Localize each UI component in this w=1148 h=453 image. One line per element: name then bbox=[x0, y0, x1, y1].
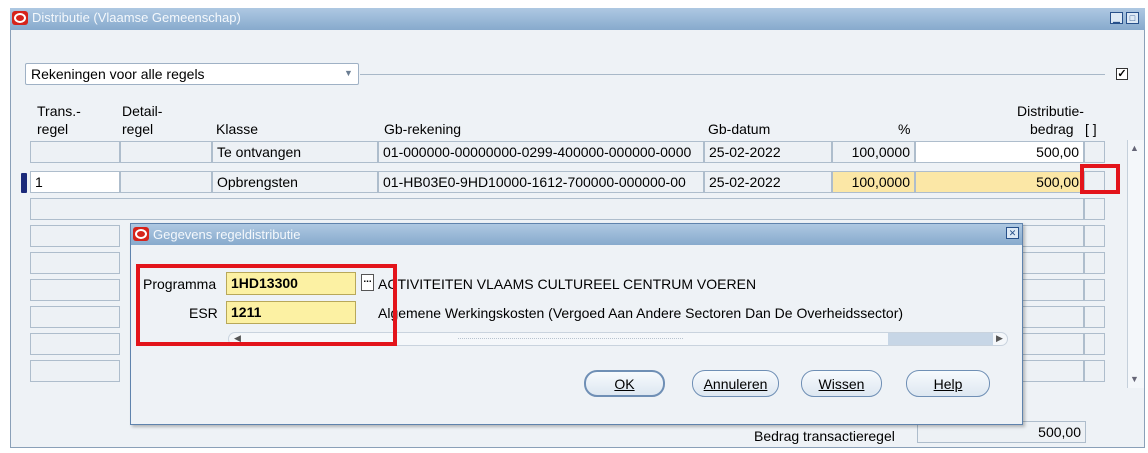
row1-percent[interactable]: 100,0000 bbox=[832, 171, 915, 193]
scroll-down-icon[interactable]: ▼ bbox=[1130, 374, 1139, 384]
fields-highlight-box bbox=[136, 264, 397, 346]
empty-row[interactable] bbox=[30, 198, 1084, 220]
empty-row[interactable] bbox=[1022, 252, 1084, 274]
empty-row-flag[interactable] bbox=[1084, 198, 1105, 220]
row0-bedrag[interactable]: 500,00 bbox=[915, 141, 1084, 163]
scroll-right-icon[interactable]: ▶ bbox=[996, 333, 1003, 344]
scroll-up-icon[interactable]: ▲ bbox=[1130, 143, 1139, 153]
empty-row[interactable] bbox=[1022, 225, 1084, 247]
row0-detail[interactable] bbox=[120, 141, 212, 163]
window-title: Distributie (Vlaamse Gemeenschap) bbox=[32, 10, 241, 25]
row0-klasse[interactable]: Te ontvangen bbox=[212, 141, 378, 163]
empty-row[interactable] bbox=[1022, 279, 1084, 301]
minimize-icon[interactable]: ▁ bbox=[1110, 12, 1123, 24]
maximize-icon[interactable]: □ bbox=[1126, 12, 1139, 24]
total-label: Bedrag transactieregel bbox=[754, 428, 895, 444]
header-klasse: Klasse bbox=[216, 121, 259, 137]
accounts-scope-value: Rekeningen voor alle regels bbox=[31, 66, 205, 82]
header-flag: [ ] bbox=[1085, 121, 1097, 137]
header-distributie-line1: Distributie- bbox=[1017, 103, 1084, 119]
empty-row[interactable] bbox=[30, 306, 120, 328]
header-trans-line2: regel bbox=[37, 121, 69, 137]
empty-row-flag[interactable] bbox=[1084, 360, 1105, 382]
ok-button-label: OK bbox=[614, 375, 635, 392]
row1-klasse[interactable]: Opbrengsten bbox=[212, 171, 378, 193]
header-detail-line1: Detail- bbox=[122, 103, 163, 119]
all-lines-checkbox[interactable]: ✓ bbox=[1116, 68, 1128, 80]
vertical-scrollbar[interactable] bbox=[1127, 140, 1144, 388]
row1-gb-rekening[interactable]: 01-HB03E0-9HD10000-1612-700000-000000-00 bbox=[378, 171, 704, 193]
empty-row[interactable] bbox=[30, 333, 120, 355]
esr-description: Algemene Werkingskosten (Vergoed Aan And… bbox=[378, 305, 904, 321]
ok-button[interactable]: OK bbox=[584, 370, 665, 397]
oracle-icon bbox=[133, 227, 149, 241]
wissen-button-label: Wissen bbox=[818, 375, 865, 392]
close-icon[interactable]: ✕ bbox=[1006, 227, 1019, 239]
row1-trans[interactable]: 1 bbox=[30, 171, 120, 193]
row0-percent[interactable]: 100,0000 bbox=[832, 141, 915, 163]
header-gb-rekening: Gb-rekening bbox=[384, 121, 462, 137]
scroll-thumb[interactable] bbox=[888, 333, 993, 345]
row0-gb-datum[interactable]: 25-02-2022 bbox=[704, 141, 832, 163]
empty-row[interactable] bbox=[1022, 306, 1084, 328]
annuleren-button-label: Annuleren bbox=[703, 375, 768, 392]
row1-detail[interactable] bbox=[120, 171, 212, 193]
empty-row-flag[interactable] bbox=[1084, 333, 1105, 355]
header-trans-line1: Trans.- bbox=[37, 103, 81, 119]
dialog-title: Gegevens regeldistributie bbox=[153, 227, 301, 242]
empty-row[interactable] bbox=[30, 279, 120, 301]
header-gb-datum: Gb-datum bbox=[708, 121, 771, 137]
flag-highlight-box bbox=[1080, 164, 1120, 194]
annuleren-button[interactable]: Annuleren bbox=[692, 370, 779, 397]
row0-flag[interactable] bbox=[1084, 141, 1105, 163]
empty-row-flag[interactable] bbox=[1084, 279, 1105, 301]
oracle-icon bbox=[12, 11, 28, 25]
help-button-label: Help bbox=[933, 375, 963, 392]
row1-gb-datum[interactable]: 25-02-2022 bbox=[704, 171, 832, 193]
header-percent: % bbox=[898, 121, 911, 137]
empty-row[interactable] bbox=[30, 360, 120, 382]
empty-row-flag[interactable] bbox=[1084, 252, 1105, 274]
chevron-down-icon[interactable]: ▼ bbox=[344, 68, 353, 78]
row0-gb-rekening[interactable]: 01-000000-00000000-0299-400000-000000-00… bbox=[378, 141, 704, 163]
empty-row-flag[interactable] bbox=[1084, 306, 1105, 328]
empty-row[interactable] bbox=[30, 252, 120, 274]
scroll-track-dots bbox=[458, 338, 683, 340]
wissen-button[interactable]: Wissen bbox=[801, 370, 882, 397]
empty-row[interactable] bbox=[1022, 360, 1084, 382]
row0-trans[interactable] bbox=[30, 141, 120, 163]
row1-bedrag[interactable]: 500,00 bbox=[915, 171, 1084, 193]
empty-row[interactable] bbox=[30, 225, 120, 247]
help-button[interactable]: Help bbox=[906, 370, 990, 397]
programma-description: ACTIVITEITEN VLAAMS CULTUREEL CENTRUM VO… bbox=[378, 276, 757, 292]
header-distributie-line2: bedrag bbox=[1030, 121, 1074, 137]
empty-row[interactable] bbox=[1022, 333, 1084, 355]
header-detail-line2: regel bbox=[122, 121, 154, 137]
separator bbox=[360, 74, 1105, 75]
current-row-indicator bbox=[21, 173, 27, 193]
empty-row-flag[interactable] bbox=[1084, 225, 1105, 247]
